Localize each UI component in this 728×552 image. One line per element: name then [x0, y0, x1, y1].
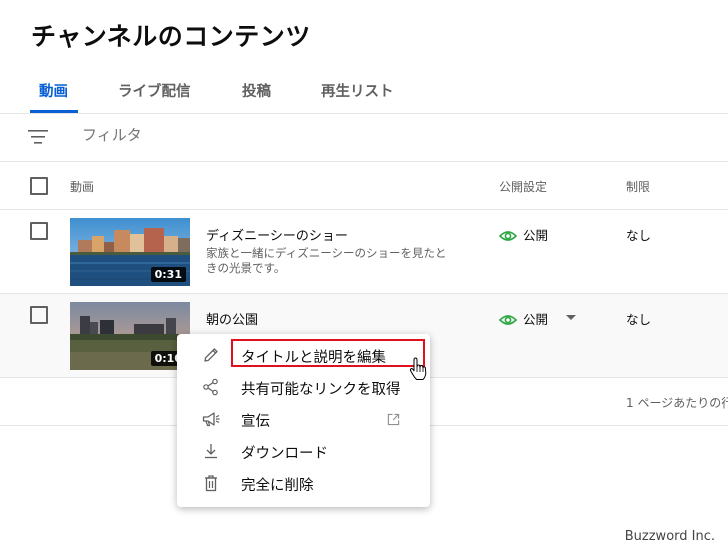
visibility-status[interactable]: 公開 — [498, 309, 549, 328]
video-description: 家族と一緒にディズニーシーのショーを見たときの光景です。 — [206, 246, 447, 275]
tab-playlists[interactable]: 再生リスト — [321, 80, 394, 120]
eye-icon — [498, 315, 518, 325]
row-checkbox[interactable] — [30, 222, 48, 240]
menu-item-promote[interactable]: 宣伝 — [177, 403, 430, 435]
menu-item-label: 完全に削除 — [241, 478, 314, 494]
video-duration: 0:31 — [150, 267, 186, 282]
table-row[interactable]: 0:31 ディズニーシーのショー 家族と一緒にディズニーシーのショーを見たときの… — [0, 210, 728, 293]
divider — [0, 161, 728, 162]
visibility-label: 公開 — [523, 312, 549, 327]
megaphone-icon — [202, 412, 220, 427]
video-thumbnail[interactable]: 0:10 — [70, 302, 190, 370]
row-checkbox[interactable] — [30, 306, 48, 324]
video-thumbnail[interactable]: 0:31 — [70, 218, 190, 286]
divider — [0, 113, 728, 114]
restrictions-value: なし — [626, 228, 652, 243]
column-header-visibility[interactable]: 公開設定 — [499, 178, 547, 195]
page-title: チャンネルのコンテンツ — [31, 22, 311, 51]
menu-item-label: 宣伝 — [241, 414, 270, 430]
tab-live[interactable]: ライブ配信 — [118, 80, 191, 120]
tab-videos[interactable]: 動画 — [39, 80, 68, 120]
column-header-restrictions[interactable]: 制限 — [626, 178, 650, 195]
filter-icon[interactable] — [28, 128, 48, 146]
menu-item-label: ダウンロード — [241, 446, 328, 462]
open-in-new-icon — [387, 413, 400, 426]
hand-cursor-icon — [409, 357, 427, 380]
share-icon — [203, 378, 218, 396]
eye-icon — [498, 231, 518, 241]
filter-input[interactable] — [82, 126, 382, 144]
filter-bar — [0, 115, 728, 161]
select-all-checkbox[interactable] — [30, 177, 48, 195]
visibility-dropdown-arrow[interactable] — [566, 315, 576, 320]
video-title[interactable]: 朝の公園 — [206, 309, 258, 328]
rows-per-page-label: 1 ページあたりの行 — [626, 396, 728, 410]
menu-item-download[interactable]: ダウンロード — [177, 435, 430, 467]
watermark: Buzzword Inc. — [624, 529, 715, 544]
restrictions-value: なし — [626, 312, 652, 327]
menu-item-delete[interactable]: 完全に削除 — [177, 467, 430, 499]
column-header-video: 動画 — [70, 180, 95, 194]
trash-icon — [205, 475, 217, 492]
tab-posts[interactable]: 投稿 — [242, 80, 271, 120]
tab-bar: 動画 ライブ配信 投稿 再生リスト — [0, 72, 728, 114]
menu-item-share-link[interactable]: 共有可能なリンクを取得 — [177, 371, 430, 403]
visibility-label: 公開 — [523, 228, 549, 243]
highlight-annotation — [231, 339, 425, 367]
video-title[interactable]: ディズニーシーのショー — [206, 225, 348, 244]
menu-item-label: 共有可能なリンクを取得 — [241, 382, 401, 398]
visibility-status[interactable]: 公開 — [498, 225, 549, 244]
pencil-icon — [204, 348, 218, 362]
download-icon — [205, 444, 217, 459]
